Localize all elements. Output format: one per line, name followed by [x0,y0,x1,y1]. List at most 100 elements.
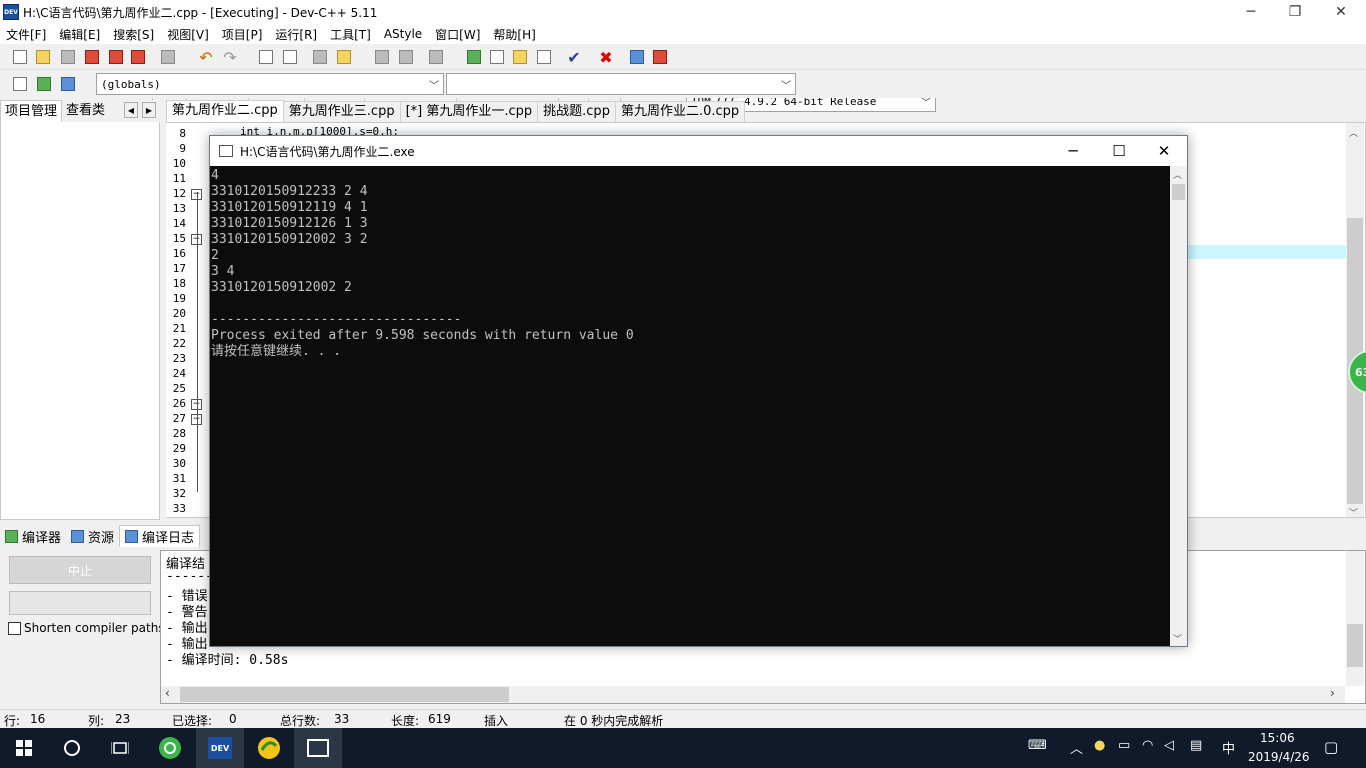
tab-file-1[interactable]: 第九周作业二.cpp [166,100,284,122]
tab-file-2[interactable]: 第九周作业三.cpp [282,101,401,122]
line-number: 14 [172,217,186,230]
stop-button[interactable]: 中止 [9,556,151,584]
console-vertical-scrollbar[interactable] [1170,166,1187,646]
menu-help[interactable]: 帮助[H] [493,26,535,43]
tab-project[interactable]: 项目管理 [0,100,63,122]
tab-file-3[interactable]: [*] 第九周作业一.cpp [399,101,539,122]
close-file-button[interactable] [106,47,126,67]
stop-execution-button[interactable]: ✖ [596,47,616,67]
console-line: 3 4 [211,264,235,279]
menu-file[interactable]: 文件[F] [6,26,46,43]
panel-tab-next-button[interactable]: ▶ [142,102,156,118]
function-select[interactable]: ﹀ [446,73,796,95]
ime-indicator[interactable]: 中 [1222,738,1235,757]
menu-tools[interactable]: 工具[T] [330,26,371,43]
console-minimize-button[interactable]: ─ [1050,136,1096,166]
save-all-button[interactable] [82,47,102,67]
line-number: 27 [172,412,186,425]
chart-button[interactable] [627,47,647,67]
tab-file-5[interactable]: 第九周作业二.0.cpp [614,101,746,122]
open-file-button[interactable] [33,47,53,67]
keyboard-icon[interactable]: ▤ [1190,738,1202,753]
status-total-label: 总行数: [280,714,321,728]
panel-tab-prev-button[interactable]: ◀ [124,102,138,118]
menu-run[interactable]: 运行[R] [275,26,317,43]
security-tray-icon[interactable]: ● [1094,738,1105,753]
goto-button[interactable] [34,74,54,94]
console-scroll-down-icon[interactable]: ﹀ [1173,632,1182,645]
insert-button[interactable] [10,74,30,94]
console-scroll-thumb[interactable] [1172,184,1185,200]
close-button[interactable]: ✕ [1318,0,1364,24]
tab-class-browser[interactable]: 查看类 [62,100,109,122]
scroll-down-arrow-icon[interactable]: ﹀ [1349,506,1358,519]
menu-astyle[interactable]: AStyle [384,27,422,41]
menu-project[interactable]: 项目[P] [222,26,263,43]
tab-compiler[interactable]: 编译器 [0,525,66,547]
scroll-up-arrow-icon[interactable]: ︿ [1349,126,1358,139]
log-hscroll-thumb[interactable] [180,687,509,702]
goto-line-button[interactable] [310,47,330,67]
taskbar-app-devcpp[interactable]: DEV [196,728,244,768]
console-scroll-up-icon[interactable]: ︿ [1173,168,1182,181]
menu-edit[interactable]: 编辑[E] [59,26,100,43]
undo-button[interactable]: ↶ [196,47,216,67]
find-button[interactable] [256,47,276,67]
rebuild-grid-icon [537,50,551,64]
tab-file-4[interactable]: 挑战题.cpp [537,101,616,122]
clock-date[interactable]: 2019/4/26 [1248,750,1310,764]
notification-icon[interactable]: ▢ [1324,738,1338,756]
tab-resources[interactable]: 资源 [66,525,119,547]
status-insert-mode: 插入 [484,714,509,728]
compile-run-button[interactable] [510,47,530,67]
rebuild-button[interactable] [534,47,554,67]
compile-button[interactable] [464,47,484,67]
shorten-paths-checkbox[interactable] [8,622,21,635]
taskbar-app-browser[interactable] [245,728,293,768]
indent-button[interactable] [334,47,354,67]
wifi-icon[interactable]: ◠ [1142,738,1153,753]
keyboard-grid-icon[interactable]: ⌨ [1028,738,1047,753]
current-line-highlight [1188,245,1346,259]
new-file-button[interactable] [10,47,30,67]
compile-grid-icon [467,50,481,64]
globals-select[interactable]: (globals) ﹀ [96,73,444,95]
search-button[interactable] [48,728,96,768]
taskbar-app-console[interactable] [294,728,342,768]
volume-icon[interactable]: ◁ [1164,738,1174,753]
battery-icon[interactable]: ▭ [1118,738,1130,753]
task-view-button[interactable] [96,728,144,768]
tab-compile-log[interactable]: 编译日志 [119,525,201,547]
taskbar-app-360[interactable] [146,728,194,768]
console-output[interactable]: 4 3310120150912233 2 4 3310120150912119 … [210,166,1170,646]
back-button[interactable] [372,47,392,67]
redo-button[interactable]: ↷ [220,47,240,67]
chevron-up-icon[interactable]: ︿ [1070,738,1083,757]
menu-search[interactable]: 搜索[S] [113,26,154,43]
restore-button[interactable]: ❐ [1272,0,1318,24]
replace-button[interactable] [280,47,300,67]
save-button[interactable] [58,47,78,67]
toggle-bookmark-button[interactable] [426,47,446,67]
menu-view[interactable]: 视图[V] [167,26,209,43]
minimize-button[interactable]: ─ [1228,0,1274,24]
devcpp-taskbar-icon: DEV [208,737,232,759]
start-button[interactable] [0,728,48,768]
console-close-button[interactable]: ✕ [1141,136,1187,166]
close-all-button[interactable] [128,47,148,67]
print-button[interactable] [158,47,178,67]
syntax-check-button[interactable]: ✔ [564,47,584,67]
tab-resources-label: 资源 [88,530,115,546]
globals-select-value: (globals) [101,77,161,91]
clock-time[interactable]: 15:06 [1260,731,1295,745]
run-button[interactable] [487,47,507,67]
profile-button[interactable] [650,47,670,67]
forward-button[interactable] [396,47,416,67]
scroll-left-arrow-icon[interactable]: ‹ [165,686,170,700]
bookmark-list-button[interactable] [58,74,78,94]
console-maximize-button[interactable]: ☐ [1096,136,1142,166]
scroll-right-arrow-icon[interactable]: › [1330,686,1335,700]
menu-window[interactable]: 窗口[W] [435,26,480,43]
log-vscroll-thumb[interactable] [1347,624,1363,667]
resources-icon [71,529,85,543]
